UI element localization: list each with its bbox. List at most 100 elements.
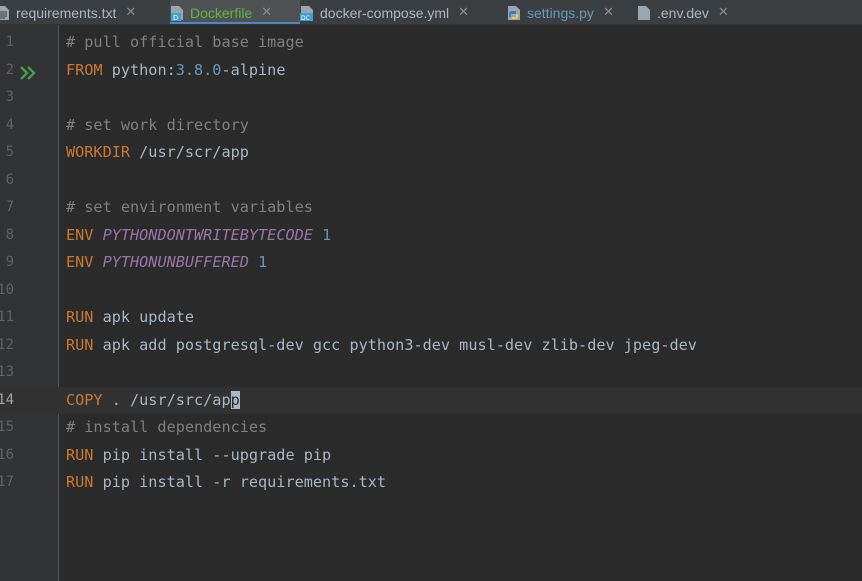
- keyword-token: FROM: [66, 60, 103, 79]
- tab-settings-py[interactable]: settings.py ✕: [507, 0, 637, 24]
- code-line[interactable]: 5 WORKDIR /usr/scr/app: [0, 139, 862, 167]
- editor-tab-bar: requirements.txt ✕ D Dockerfile ✕ DC docker-co…: [0, 0, 862, 25]
- code-token: . /usr/src/ap: [102, 390, 231, 409]
- keyword-token: WORKDIR: [66, 143, 131, 161]
- code-text: # set environment variables: [66, 194, 313, 222]
- line-number: 6: [5, 171, 14, 188]
- code-token: 3.8.0: [175, 60, 222, 79]
- keyword-token: RUN: [66, 335, 94, 354]
- line-number: 10: [0, 281, 14, 298]
- close-tab-icon[interactable]: ✕: [458, 5, 469, 20]
- line-number: 1: [5, 34, 14, 50]
- close-tab-icon[interactable]: ✕: [603, 5, 614, 20]
- code-text: RUN apk add postgresql-dev gcc python3-d…: [66, 332, 697, 360]
- line-number: 16: [0, 446, 14, 463]
- line-number: 11: [0, 309, 14, 325]
- code-line[interactable]: 4 # set work directory: [0, 112, 862, 140]
- comment-token: # set work directory: [66, 115, 249, 134]
- line-number: 17: [0, 474, 14, 490]
- code-text: # install dependencies: [66, 414, 267, 442]
- close-tab-icon[interactable]: ✕: [261, 5, 272, 20]
- line-number: 15: [0, 419, 14, 435]
- tab-requirements-txt[interactable]: requirements.txt ✕: [0, 0, 156, 24]
- code-text: RUN apk update: [66, 304, 194, 332]
- line-number: 3: [5, 89, 14, 105]
- code-token: PYTHONUNBUFFERED: [102, 253, 249, 271]
- line-number: 7: [5, 199, 14, 215]
- keyword-token: ENV: [66, 253, 94, 271]
- code-line[interactable]: 9 ENV PYTHONUNBUFFERED 1: [0, 249, 862, 277]
- code-line[interactable]: 15 # install dependencies: [0, 414, 862, 442]
- comment-token: # pull official base image: [66, 33, 304, 51]
- code-line[interactable]: 11 RUN apk update: [0, 304, 862, 332]
- tab-label: Dockerfile: [190, 4, 253, 21]
- keyword-token: RUN: [66, 445, 94, 464]
- comment-token: # install dependencies: [66, 418, 268, 436]
- comment-token: # set environment variables: [66, 198, 313, 216]
- svg-text:DC: DC: [301, 15, 310, 21]
- code-text: # set work directory: [66, 112, 249, 140]
- env-file-icon: [637, 5, 651, 21]
- keyword-token: RUN: [66, 473, 94, 491]
- keyword-token: COPY: [66, 390, 103, 409]
- code-token: pip install -r requirements.txt: [93, 473, 387, 491]
- line-number: 4: [5, 116, 14, 133]
- code-token: p: [230, 390, 240, 409]
- code-token: apk add postgresql-dev gcc python3-dev m…: [93, 335, 697, 354]
- keyword-token: ENV: [66, 225, 94, 244]
- tab-label: requirements.txt: [16, 4, 117, 21]
- line-number: 13: [0, 364, 14, 380]
- docker-compose-icon: DC: [300, 5, 314, 22]
- tab-dockerfile[interactable]: D Dockerfile ✕: [170, 0, 300, 24]
- code-line[interactable]: 14 COPY . /usr/src/app: [0, 386, 862, 415]
- svg-text:D: D: [173, 14, 178, 21]
- keyword-token: RUN: [66, 308, 94, 326]
- code-text: ENV PYTHONDONTWRITEBYTECODE 1: [66, 222, 331, 250]
- code-text: # pull official base image: [66, 29, 304, 57]
- tab-label: .env.dev: [657, 4, 709, 21]
- line-number: 9: [5, 254, 14, 270]
- line-number: 2: [5, 61, 14, 78]
- code-text: FROM python:3.8.0-alpine: [66, 57, 285, 85]
- code-line[interactable]: 8 ENV PYTHONDONTWRITEBYTECODE 1: [0, 222, 862, 250]
- close-tab-icon[interactable]: ✕: [718, 5, 729, 20]
- line-number: 14: [0, 391, 14, 408]
- code-text: ENV PYTHONUNBUFFERED 1: [66, 249, 267, 277]
- tab-env-dev[interactable]: .env.dev ✕: [637, 0, 747, 24]
- code-line[interactable]: 2 FROM python:3.8.0-alpine: [0, 57, 862, 85]
- python-file-icon: [507, 5, 521, 21]
- code-token: 1: [322, 225, 332, 244]
- code-text: RUN pip install -r requirements.txt: [66, 469, 386, 497]
- code-token: apk update: [93, 308, 195, 326]
- tab-label: settings.py: [527, 4, 594, 21]
- run-icon[interactable]: [20, 62, 40, 80]
- close-tab-icon[interactable]: ✕: [125, 5, 136, 20]
- code-token: python:: [102, 60, 176, 79]
- line-number: 8: [5, 226, 14, 243]
- code-line[interactable]: 16 RUN pip install --upgrade pip: [0, 442, 862, 470]
- code-token: pip install --upgrade pip: [93, 445, 332, 464]
- code-line[interactable]: 3: [0, 84, 862, 112]
- code-token: PYTHONDONTWRITEBYTECODE: [102, 225, 313, 244]
- code-token: -alpine: [221, 60, 286, 79]
- code-line[interactable]: 10: [0, 277, 862, 305]
- code-line[interactable]: 12 RUN apk add postgresql-dev gcc python3…: [0, 332, 862, 360]
- code-line[interactable]: 6: [0, 167, 862, 195]
- code-token: /usr/scr/app: [130, 143, 249, 161]
- code-line[interactable]: 17 RUN pip install -r requirements.txt: [0, 469, 862, 497]
- dockerfile-icon: D: [170, 5, 184, 22]
- code-line[interactable]: 7 # set environment variables: [0, 194, 862, 222]
- line-number: 5: [5, 144, 14, 160]
- code-line[interactable]: 13: [0, 359, 862, 387]
- line-number: 12: [0, 336, 14, 353]
- code-line[interactable]: 1 # pull official base image: [0, 29, 862, 57]
- text-file-icon: [0, 5, 10, 21]
- tab-label: docker-compose.yml: [320, 4, 450, 21]
- code-text: WORKDIR /usr/scr/app: [66, 139, 249, 167]
- tab-docker-compose-yml[interactable]: DC docker-compose.yml ✕: [300, 0, 507, 24]
- code-text: COPY . /usr/src/app: [66, 387, 240, 415]
